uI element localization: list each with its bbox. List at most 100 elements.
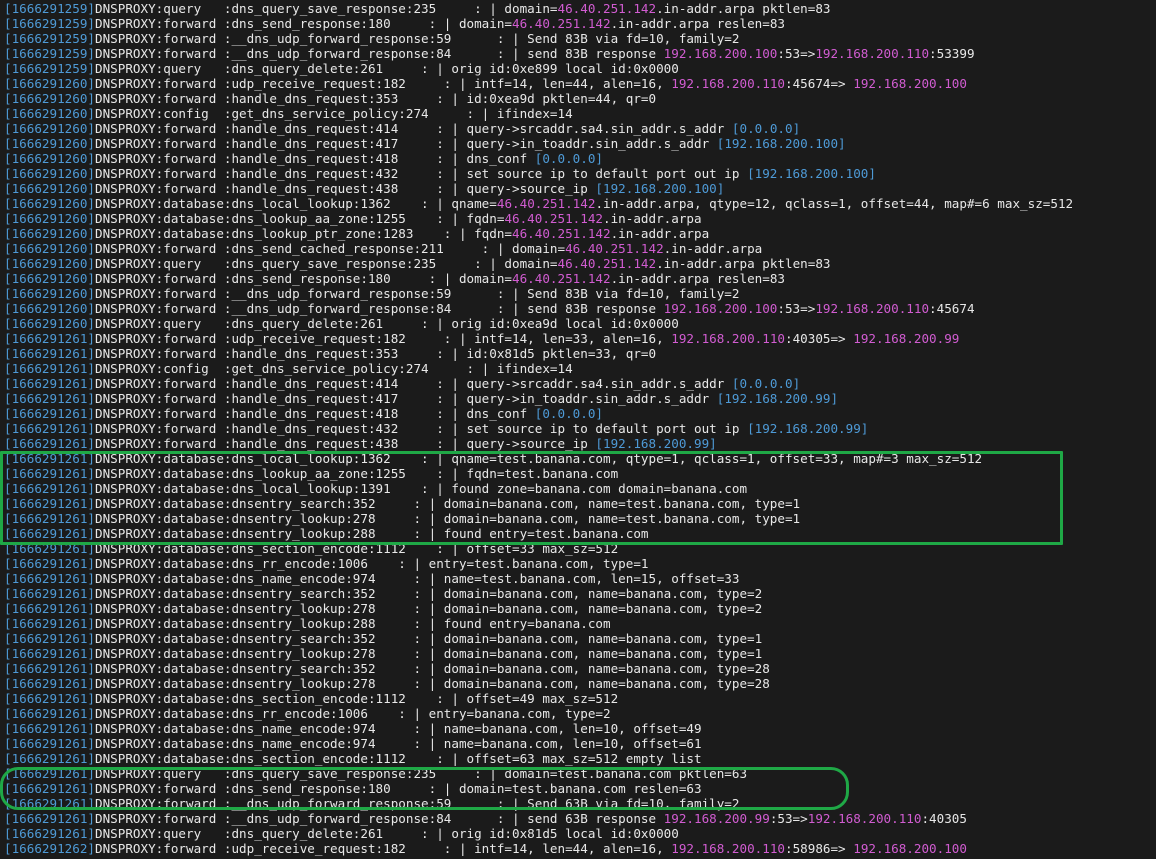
log-line: [1666291260]DNSPROXY:forward :handle_dns… bbox=[4, 151, 1073, 166]
log-timestamp: [1666291261] bbox=[4, 421, 95, 436]
log-text: DNSPROXY:database:dns_rr_encode:1006 : |… bbox=[95, 556, 649, 571]
log-line: [1666291260]DNSPROXY:database:dns_local_… bbox=[4, 196, 1073, 211]
log-text: :40305=> bbox=[784, 331, 854, 346]
log-text: .in-addr.arpa reslen=83 bbox=[610, 271, 785, 286]
log-timestamp: [1666291260] bbox=[4, 106, 95, 121]
bracketed-ip: [192.168.200.100] bbox=[716, 136, 846, 151]
log-line: [1666291260]DNSPROXY:forward :dns_send_r… bbox=[4, 271, 1073, 286]
log-text: DNSPROXY:forward :handle_dns_request:432… bbox=[95, 421, 748, 436]
log-text: DNSPROXY:forward :handle_dns_request:353… bbox=[95, 91, 657, 106]
log-timestamp: [1666291260] bbox=[4, 196, 95, 211]
log-text: DNSPROXY:database:dns_section_encode:111… bbox=[95, 541, 619, 556]
log-text: DNSPROXY:database:dns_lookup_ptr_zone:12… bbox=[95, 226, 513, 241]
log-text: DNSPROXY:database:dns_lookup_aa_zone:125… bbox=[95, 466, 619, 481]
log-timestamp: [1666291260] bbox=[4, 271, 95, 286]
log-line: [1666291261]DNSPROXY:database:dns_name_e… bbox=[4, 721, 1073, 736]
log-text: DNSPROXY:database:dns_lookup_aa_zone:125… bbox=[95, 211, 505, 226]
log-line: [1666291261]DNSPROXY:database:dnsentry_l… bbox=[4, 511, 1073, 526]
log-timestamp: [1666291261] bbox=[4, 661, 95, 676]
log-text: DNSPROXY:database:dnsentry_lookup:278 : … bbox=[95, 676, 770, 691]
log-timestamp: [1666291261] bbox=[4, 631, 95, 646]
log-timestamp: [1666291260] bbox=[4, 301, 95, 316]
log-timestamp: [1666291261] bbox=[4, 811, 95, 826]
log-timestamp: [1666291260] bbox=[4, 286, 95, 301]
log-timestamp: [1666291259] bbox=[4, 61, 95, 76]
log-line: [1666291261]DNSPROXY:forward :dns_send_r… bbox=[4, 781, 1073, 796]
ip-address: 46.40.251.142 bbox=[512, 226, 611, 241]
log-line: [1666291261]DNSPROXY:database:dns_rr_enc… bbox=[4, 706, 1073, 721]
log-line: [1666291259]DNSPROXY:forward :__dns_udp_… bbox=[4, 31, 1073, 46]
log-text: DNSPROXY:forward :dns_send_response:180 … bbox=[95, 781, 702, 796]
log-text: DNSPROXY:config :get_dns_service_policy:… bbox=[95, 361, 573, 376]
log-text: DNSPROXY:query :dns_query_save_response:… bbox=[95, 256, 558, 271]
log-text: .in-addr.arpa bbox=[663, 241, 763, 256]
log-text: DNSPROXY:forward :dns_send_cached_respon… bbox=[95, 241, 566, 256]
ip-address: 192.168.200.110 bbox=[671, 841, 785, 856]
log-text: .in-addr.arpa bbox=[603, 211, 702, 226]
log-text: DNSPROXY:forward :handle_dns_request:414… bbox=[95, 376, 732, 391]
log-line: [1666291260]DNSPROXY:forward :udp_receiv… bbox=[4, 76, 1073, 91]
ip-address: 46.40.251.142 bbox=[565, 241, 664, 256]
log-text: .in-addr.arpa pktlen=83 bbox=[656, 256, 831, 271]
bracketed-ip: [0.0.0.0] bbox=[534, 406, 604, 421]
bracketed-ip: [0.0.0.0] bbox=[731, 121, 801, 136]
log-line: [1666291261]DNSPROXY:database:dnsentry_l… bbox=[4, 601, 1073, 616]
log-text: DNSPROXY:database:dnsentry_lookup:278 : … bbox=[95, 646, 763, 661]
log-line: [1666291260]DNSPROXY:query :dns_query_de… bbox=[4, 316, 1073, 331]
log-line: [1666291261]DNSPROXY:forward :handle_dns… bbox=[4, 376, 1073, 391]
log-line: [1666291261]DNSPROXY:database:dns_sectio… bbox=[4, 541, 1073, 556]
log-line: [1666291259]DNSPROXY:forward :dns_send_r… bbox=[4, 16, 1073, 31]
log-timestamp: [1666291261] bbox=[4, 676, 95, 691]
ip-address: 46.40.251.142 bbox=[512, 16, 611, 31]
log-timestamp: [1666291260] bbox=[4, 181, 95, 196]
log-timestamp: [1666291261] bbox=[4, 766, 95, 781]
log-timestamp: [1666291260] bbox=[4, 226, 95, 241]
log-text: DNSPROXY:query :dns_query_delete:261 : |… bbox=[95, 61, 679, 76]
ip-address: 192.168.200.99 bbox=[663, 811, 770, 826]
log-text: DNSPROXY:forward :handle_dns_request:417… bbox=[95, 391, 717, 406]
ip-address: 192.168.200.110 bbox=[671, 331, 785, 346]
log-text: :45674=> bbox=[784, 76, 854, 91]
log-timestamp: [1666291259] bbox=[4, 16, 95, 31]
log-text: DNSPROXY:forward :handle_dns_request:418… bbox=[95, 406, 535, 421]
log-text: DNSPROXY:forward :handle_dns_request:438… bbox=[95, 181, 596, 196]
log-line: [1666291262]DNSPROXY:forward :udp_receiv… bbox=[4, 841, 1073, 856]
log-timestamp: [1666291261] bbox=[4, 706, 95, 721]
log-line: [1666291260]DNSPROXY:forward :__dns_udp_… bbox=[4, 286, 1073, 301]
log-text: DNSPROXY:forward :__dns_udp_forward_resp… bbox=[95, 796, 740, 811]
log-line: [1666291261]DNSPROXY:database:dns_local_… bbox=[4, 481, 1073, 496]
log-text: :40305 bbox=[921, 811, 967, 826]
log-text: DNSPROXY:forward :__dns_udp_forward_resp… bbox=[95, 301, 664, 316]
log-text: DNSPROXY:forward :__dns_udp_forward_resp… bbox=[95, 811, 664, 826]
log-timestamp: [1666291261] bbox=[4, 391, 95, 406]
log-timestamp: [1666291261] bbox=[4, 541, 95, 556]
log-text: DNSPROXY:query :dns_query_delete:261 : |… bbox=[95, 316, 679, 331]
log-text: DNSPROXY:forward :dns_send_response:180 … bbox=[95, 16, 513, 31]
log-timestamp: [1666291260] bbox=[4, 166, 95, 181]
ip-address: 46.40.251.142 bbox=[504, 211, 604, 226]
ip-address: 192.168.200.110 bbox=[671, 76, 785, 91]
log-text: DNSPROXY:forward :udp_receive_request:18… bbox=[95, 76, 672, 91]
log-line: [1666291261]DNSPROXY:database:dnsentry_l… bbox=[4, 646, 1073, 661]
log-line: [1666291261]DNSPROXY:database:dns_lookup… bbox=[4, 466, 1073, 481]
log-text: DNSPROXY:database:dnsentry_lookup:278 : … bbox=[95, 601, 763, 616]
bracketed-ip: [192.168.200.100] bbox=[595, 181, 725, 196]
log-text: DNSPROXY:database:dns_local_lookup:1362 … bbox=[95, 451, 983, 466]
log-text: DNSPROXY:forward :__dns_udp_forward_resp… bbox=[95, 31, 740, 46]
terminal-window[interactable]: [1666291259] DNSPROXY:query :dns_query_sa… bbox=[0, 0, 1156, 859]
ip-address: 46.40.251.142 bbox=[496, 196, 596, 211]
log-timestamp: [1666291260] bbox=[4, 211, 95, 226]
log-line: [1666291260]DNSPROXY:forward :dns_send_c… bbox=[4, 241, 1073, 256]
log-text: DNSPROXY:forward :dns_send_response:180 … bbox=[95, 271, 513, 286]
log-line: [1666291261]DNSPROXY:database:dns_name_e… bbox=[4, 736, 1073, 751]
log-timestamp: [1666291260] bbox=[4, 241, 95, 256]
log-line: [1666291260]DNSPROXY:database:dns_lookup… bbox=[4, 211, 1073, 226]
log-timestamp: [1666291261] bbox=[4, 526, 95, 541]
ip-address: 192.168.200.100 bbox=[853, 76, 967, 91]
log-timestamp: [1666291261] bbox=[4, 646, 95, 661]
log-text: DNSPROXY:database:dns_section_encode:111… bbox=[95, 751, 702, 766]
log-line: [1666291261]DNSPROXY:forward :__dns_udp_… bbox=[4, 811, 1073, 826]
log-text: DNSPROXY:database:dnsentry_lookup:278 : … bbox=[95, 511, 801, 526]
log-timestamp: [1666291259] bbox=[4, 31, 95, 46]
bracketed-ip: [192.168.200.99] bbox=[595, 436, 717, 451]
